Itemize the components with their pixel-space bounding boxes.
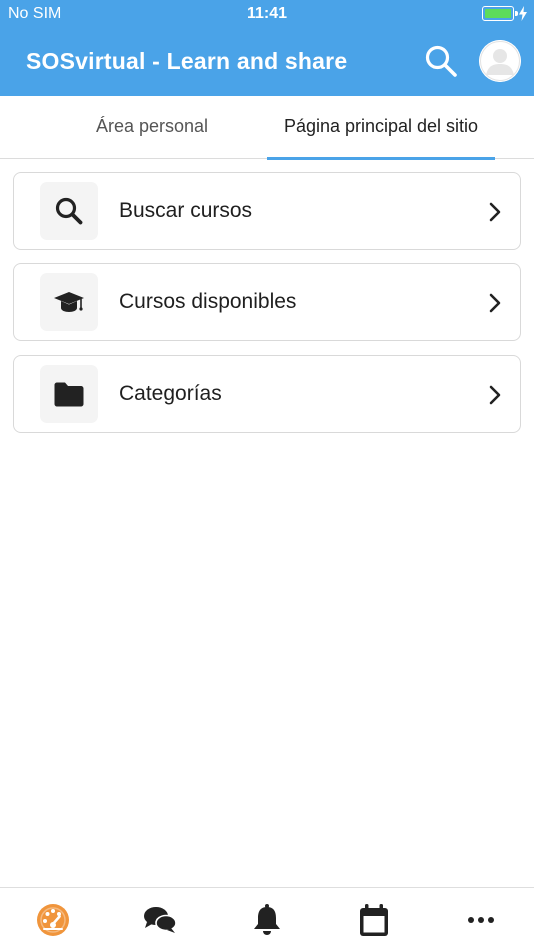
more-icon[interactable] xyxy=(463,902,499,938)
page-title: SOSvirtual - Learn and share xyxy=(26,48,348,74)
chevron-right-icon xyxy=(489,293,501,313)
search-icon xyxy=(40,182,98,240)
charging-icon xyxy=(519,6,527,21)
menu-item-label: Buscar cursos xyxy=(119,199,253,222)
chevron-right-icon xyxy=(489,385,501,405)
battery-fill xyxy=(485,9,511,18)
app-header: No SIM 11:41 SOSvirtual - Learn and shar… xyxy=(0,0,534,96)
user-avatar[interactable] xyxy=(479,40,521,82)
tab-area-personal[interactable]: Área personal xyxy=(62,96,242,159)
bottom-nav xyxy=(0,887,534,950)
calendar-icon[interactable] xyxy=(356,902,392,938)
menu-item-label: Cursos disponibles xyxy=(119,290,297,313)
tab-pagina-principal[interactable]: Página principal del sitio xyxy=(267,96,495,160)
status-bar: No SIM 11:41 xyxy=(0,0,534,28)
tab-bar: Área personal Página principal del sitio xyxy=(0,96,534,160)
clock: 11:41 xyxy=(246,5,288,22)
tab-pagina-principal-label: Página principal del sitio xyxy=(283,116,479,136)
menu-item-categorias[interactable]: Categorías xyxy=(13,355,521,433)
active-tab-indicator xyxy=(267,157,495,160)
folder-icon xyxy=(40,365,98,423)
battery-icon xyxy=(482,6,518,21)
graduation-cap-icon xyxy=(40,273,98,331)
menu-item-buscar-cursos[interactable]: Buscar cursos xyxy=(13,172,521,250)
bell-icon[interactable] xyxy=(249,902,285,938)
messages-icon[interactable] xyxy=(142,902,178,938)
chevron-right-icon xyxy=(489,202,501,222)
menu-item-label: Categorías xyxy=(119,382,222,405)
dashboard-icon[interactable] xyxy=(35,902,71,938)
search-icon[interactable] xyxy=(424,44,458,78)
menu-item-cursos-disponibles[interactable]: Cursos disponibles xyxy=(13,263,521,341)
